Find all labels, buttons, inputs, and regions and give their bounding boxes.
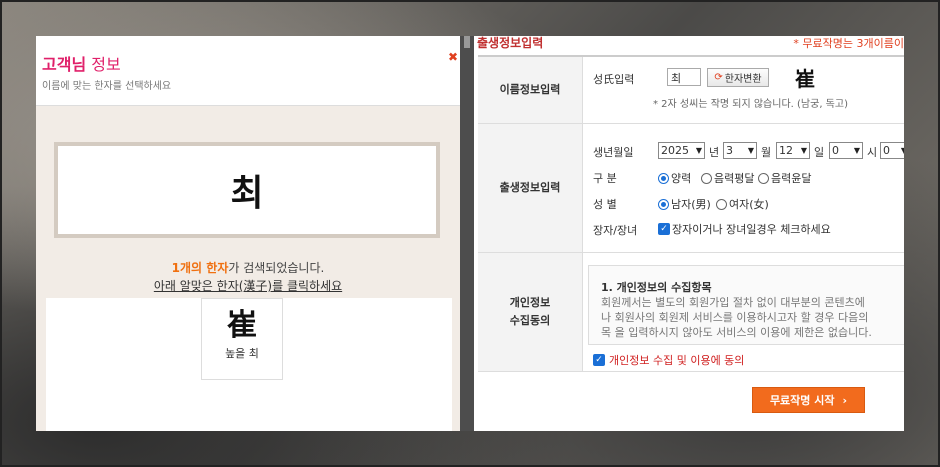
checkbox-checked-icon: ✓ — [593, 354, 605, 366]
name-info-label: 이름정보입력 — [478, 57, 583, 123]
chevron-down-icon: ▼ — [853, 146, 860, 155]
radio-solar[interactable]: 양력 — [658, 170, 691, 186]
day-unit: 일 — [814, 146, 825, 159]
chevron-right-icon: › — [842, 393, 848, 407]
hanja-convert-label: 한자변환 — [724, 74, 762, 85]
privacy-label-line1: 개인정보 — [509, 296, 551, 309]
radio-lunar-normal-label: 음력평달 — [714, 172, 755, 185]
radio-indicator-checked — [658, 172, 669, 184]
result-rest: 가 검색되었습니다. — [228, 261, 325, 275]
month-value: 3 — [726, 144, 733, 157]
close-icon[interactable]: ✖ — [448, 50, 458, 64]
chevron-down-icon: ▼ — [800, 146, 807, 155]
hour-value: 0 — [832, 144, 839, 157]
privacy-box-title: 1. 개인정보의 수집항목 — [601, 281, 712, 294]
minute-value: 0 — [883, 144, 890, 157]
selected-hanja: 崔 — [795, 67, 815, 91]
privacy-row: 개인정보수집동의 1. 개인정보의 수집항목 회원께서는 별도의 회원가입 절차… — [478, 253, 904, 372]
hour-select[interactable]: 0 ▼ — [829, 142, 863, 159]
chevron-down-icon: ▼ — [695, 146, 702, 155]
click-instruction: 아래 알맞은 한자(漢子)를 클릭하세요 — [153, 279, 343, 293]
radio-indicator-checked — [658, 198, 669, 210]
privacy-label-line2: 수집동의 — [509, 314, 551, 327]
eldest-checkbox[interactable]: ✓ 장자이거나 장녀일경우 체크하세요 — [658, 221, 831, 237]
result-count: 1개의 한자 — [171, 261, 229, 275]
name-display: 최 — [54, 142, 440, 238]
birth-info-cell: 생년월일 2025 ▼ 년 3 ▼ 월 12 ▼ 일 0 ▼ 시 0 ▼ 구 분… — [583, 124, 904, 252]
privacy-cell: 1. 개인정보의 수집항목 회원께서는 별도의 회원가입 절차 없이 대부분의 … — [583, 253, 904, 371]
radio-solar-label: 양력 — [671, 172, 692, 185]
year-unit: 년 — [709, 146, 720, 159]
free-naming-note: * 무료작명는 3개이름이 — [793, 37, 904, 50]
birth-info-row: 출생정보입력 생년월일 2025▼ 년 3▼ 월 12▼ 일 0▼ 시 — [478, 124, 904, 253]
day-select[interactable]: 12 ▼ — [776, 142, 810, 159]
birth-info-label: 출생정보입력 — [478, 124, 583, 252]
privacy-agree-checkbox[interactable]: ✓ 개인정보 수집 및 이용에 동의 — [593, 352, 744, 368]
popup-header: 고객님 정보 이름에 맞는 한자를 선택하세요 ✖ — [36, 36, 460, 106]
day-value: 12 — [779, 144, 793, 157]
month-select[interactable]: 3 ▼ — [723, 142, 757, 159]
popup-title-rest: 정보 — [86, 55, 121, 74]
start-naming-button[interactable]: 무료작명 시작 › — [752, 387, 865, 413]
privacy-text-line: 나 회원사의 회원제 서비스를 이용하시고자 할 경우 다음의 — [601, 311, 869, 324]
hanja-meaning: 높을 최 — [225, 347, 259, 360]
form-table: 이름정보입력 성氏입력 최 ⟳ 한자변환 崔 * 2자 성씨는 작명 되지 않습… — [478, 55, 904, 372]
radio-male-label: 남자(男) — [671, 198, 711, 211]
popup-title-bold: 고객님 — [42, 55, 87, 74]
refresh-icon: ⟳ — [714, 72, 723, 83]
hanja-options-area: 崔 높을 최 — [46, 298, 452, 431]
surname-note: * 2자 성씨는 작명 되지 않습니다. (남궁, 독고) — [653, 99, 848, 110]
eldest-label: 장자/장녀 — [593, 224, 638, 237]
hour-unit: 시 — [867, 146, 878, 159]
surname-label: 성氏입력 — [593, 73, 635, 86]
name-info-row: 이름정보입력 성氏입력 최 ⟳ 한자변환 崔 * 2자 성씨는 작명 되지 않습… — [478, 57, 904, 124]
privacy-text-line: 회원께서는 별도의 회원가입 절차 없이 대부분의 콘텐츠에 — [601, 296, 865, 309]
hanja-option-card[interactable]: 崔 높을 최 — [201, 298, 283, 380]
radio-lunar-leap[interactable]: 음력윤달 — [758, 170, 811, 186]
minute-select[interactable]: 0 ▼ — [880, 142, 904, 159]
privacy-text-line: 목 을 입력하시지 않아도 서비스의 이용에 제한은 없습니다. — [601, 326, 872, 339]
year-value: 2025 — [661, 144, 689, 157]
hanja-convert-button[interactable]: ⟳ 한자변환 — [707, 68, 769, 87]
month-unit: 월 — [761, 146, 772, 159]
year-select[interactable]: 2025 ▼ — [658, 142, 705, 159]
chevron-down-icon: ▼ — [747, 146, 754, 155]
radio-indicator — [758, 172, 769, 184]
birthdate-label: 생년월일 — [593, 146, 634, 159]
surname-input[interactable]: 최 — [667, 68, 701, 86]
checkbox-checked-icon: ✓ — [658, 223, 670, 235]
radio-female-label: 여자(女) — [729, 198, 769, 211]
form-title: 출생정보입력 — [477, 36, 544, 50]
privacy-box-text: 회원께서는 별도의 회원가입 절차 없이 대부분의 콘텐츠에 나 회원사의 회원… — [601, 295, 904, 340]
popup-subtitle: 이름에 맞는 한자를 선택하세요 — [42, 81, 172, 92]
calendar-type-label: 구 분 — [593, 172, 617, 185]
radio-female[interactable]: 여자(女) — [716, 196, 769, 212]
hanja-char: 崔 — [227, 308, 257, 343]
privacy-label: 개인정보수집동의 — [478, 253, 583, 371]
birth-info-form: 출생정보입력 * 무료작명는 3개이름이 이름정보입력 성氏입력 최 ⟳ 한자변… — [474, 36, 904, 431]
scrollbar-thumb[interactable] — [464, 36, 470, 48]
privacy-agree-label: 개인정보 수집 및 이용에 동의 — [609, 354, 745, 367]
popup-scrollbar[interactable] — [460, 36, 474, 431]
eldest-checkbox-label: 장자이거나 장녀일경우 체크하세요 — [672, 223, 831, 236]
start-naming-label: 무료작명 시작 — [769, 394, 835, 407]
radio-lunar-normal[interactable]: 음력평달 — [701, 170, 754, 186]
name-display-text: 최 — [230, 173, 264, 214]
popup-title: 고객님 정보 — [42, 51, 121, 75]
gender-label: 성 별 — [593, 198, 617, 211]
radio-male[interactable]: 남자(男) — [658, 196, 711, 212]
search-result-text: 1개의 한자가 검색되었습니다. — [36, 259, 460, 276]
radio-indicator — [701, 172, 712, 184]
privacy-policy-box[interactable]: 1. 개인정보의 수집항목 회원께서는 별도의 회원가입 절차 없이 대부분의 … — [588, 265, 904, 345]
name-info-cell: 성氏입력 최 ⟳ 한자변환 崔 * 2자 성씨는 작명 되지 않습니다. (남궁… — [583, 57, 904, 123]
customer-info-popup: 고객님 정보 이름에 맞는 한자를 선택하세요 ✖ 최 1개의 한자가 검색되었… — [36, 36, 460, 431]
chevron-down-icon: ▼ — [900, 146, 904, 155]
radio-indicator — [716, 198, 727, 210]
radio-lunar-leap-label: 음력윤달 — [771, 172, 812, 185]
